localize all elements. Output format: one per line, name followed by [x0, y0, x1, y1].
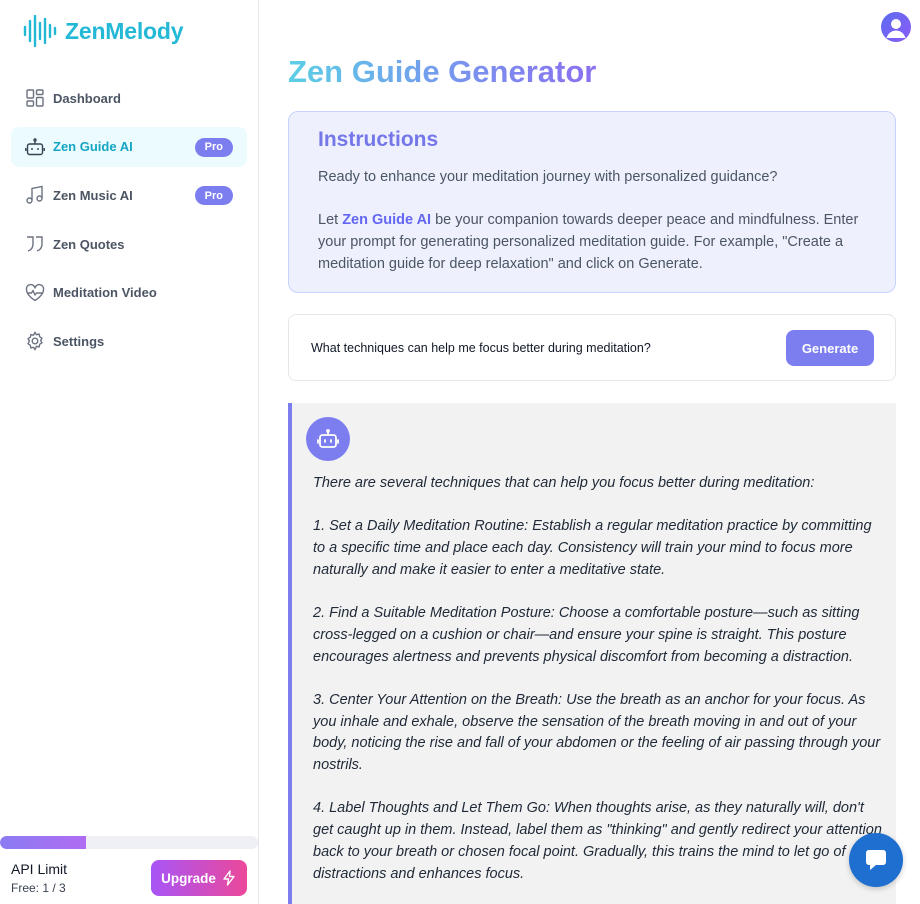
- pro-badge: Pro: [194, 137, 233, 157]
- lightning-icon: [223, 870, 235, 886]
- sidebar-item-label: Zen Quotes: [53, 236, 125, 252]
- dashboard-icon: [25, 88, 45, 108]
- sidebar-nav: Dashboard Zen Guide AI Pro Zen Music AI …: [11, 78, 247, 370]
- instructions-line-2: Let Zen Guide AI be your companion towar…: [318, 209, 866, 275]
- gear-icon: [25, 331, 45, 352]
- soundwave-logo-icon: [23, 15, 57, 47]
- upgrade-label: Upgrade: [161, 870, 216, 886]
- ai-response-text: There are several techniques that can he…: [313, 473, 883, 904]
- chat-support-button[interactable]: [849, 833, 903, 887]
- sidebar-item-label: Settings: [53, 333, 105, 349]
- response-paragraph: There are several techniques that can he…: [313, 475, 815, 491]
- sidebar-item-zen-quotes[interactable]: Zen Quotes: [11, 224, 247, 264]
- chat-bubble-icon: [866, 850, 886, 870]
- robot-icon: [317, 429, 339, 448]
- user-icon: [886, 19, 906, 38]
- brand-name: ZenMelody: [65, 17, 184, 44]
- sidebar-item-zen-music-ai[interactable]: Zen Music AI Pro: [11, 175, 247, 215]
- prompt-form: Generate: [288, 314, 896, 381]
- api-limit-title: API Limit: [11, 861, 68, 877]
- user-avatar[interactable]: [881, 12, 911, 42]
- response-paragraph: 2. Find a Suitable Meditation Posture: C…: [313, 605, 860, 665]
- pro-badge: Pro: [194, 186, 233, 206]
- sidebar-item-meditation-video[interactable]: Meditation Video: [11, 273, 247, 313]
- ai-response-panel: There are several techniques that can he…: [288, 403, 896, 904]
- sidebar-item-dashboard[interactable]: Dashboard: [11, 78, 247, 118]
- response-paragraph: 3. Center Your Attention on the Breath: …: [313, 691, 881, 774]
- sidebar-item-label: Meditation Video: [53, 285, 157, 301]
- music-icon: [25, 185, 45, 205]
- api-usage-panel: API Limit Free: 1 / 3 Upgrade: [0, 836, 259, 904]
- upgrade-button[interactable]: Upgrade: [151, 860, 247, 896]
- quote-icon: [25, 234, 45, 254]
- sidebar-item-settings[interactable]: Settings: [11, 321, 247, 361]
- instructions-panel: Instructions Ready to enhance your medit…: [288, 111, 896, 293]
- robot-icon: [25, 137, 45, 157]
- sidebar-item-label: Zen Guide AI: [53, 139, 133, 155]
- generate-button[interactable]: Generate: [786, 330, 874, 366]
- response-paragraph: 1. Set a Daily Meditation Routine: Estab…: [313, 518, 872, 578]
- response-paragraph: 4. Label Thoughts and Let Them Go: When …: [313, 800, 882, 882]
- page-title: Zen Guide Generator: [288, 54, 597, 89]
- instructions-line-1: Ready to enhance your meditation journey…: [318, 169, 778, 185]
- api-usage-progress-fill: [0, 836, 86, 849]
- bot-avatar: [306, 417, 350, 461]
- sidebar-item-label: Zen Music AI: [53, 187, 133, 203]
- brand[interactable]: ZenMelody: [23, 15, 184, 47]
- prompt-input[interactable]: [311, 337, 771, 359]
- api-usage-progress: [0, 836, 258, 849]
- api-limit-count: Free: 1 / 3: [11, 881, 66, 895]
- sidebar-item-zen-guide-ai[interactable]: Zen Guide AI Pro: [11, 126, 247, 167]
- sidebar-item-label: Dashboard: [53, 90, 121, 106]
- heart-pulse-icon: [25, 283, 45, 303]
- sidebar: ZenMelody Dashboard Zen Guide AI Pro Zen…: [0, 0, 259, 904]
- zen-guide-ai-highlight: Zen Guide AI: [342, 212, 432, 228]
- instructions-heading: Instructions: [318, 128, 439, 151]
- instructions-prefix: Let: [318, 212, 343, 228]
